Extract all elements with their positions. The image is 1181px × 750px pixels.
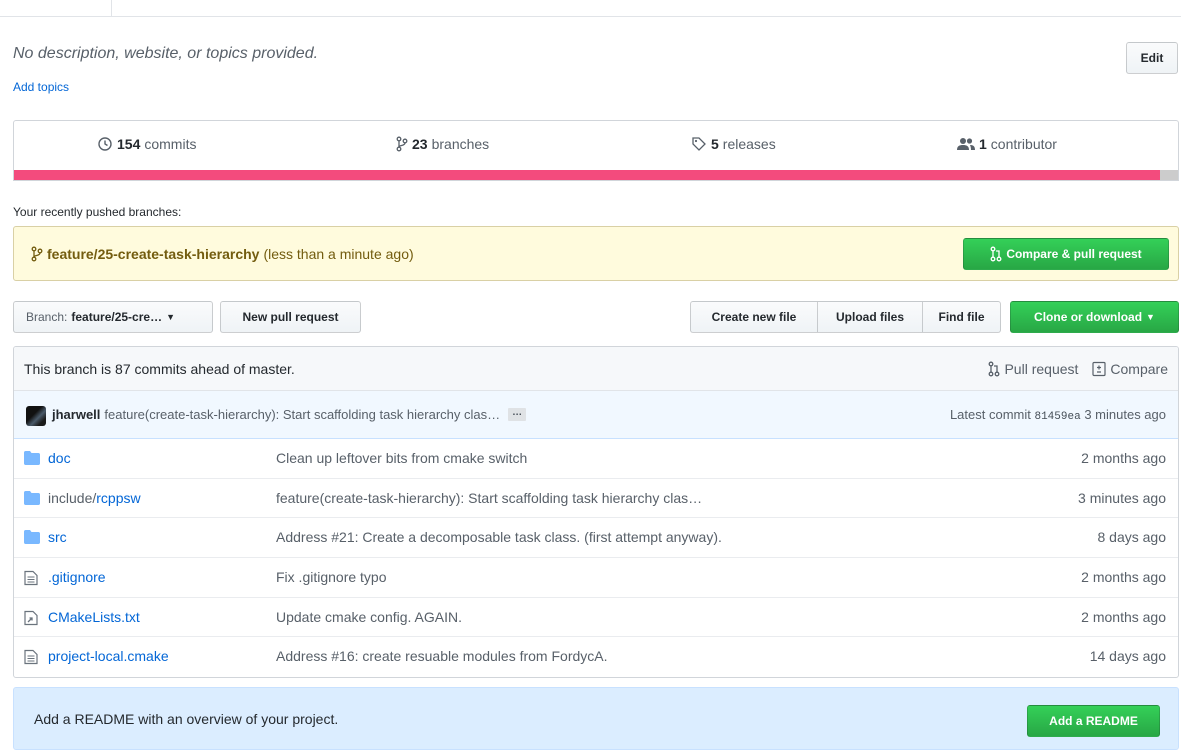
recent-branches-label: Your recently pushed branches: bbox=[13, 205, 182, 219]
caret-down-icon: ▼ bbox=[166, 312, 175, 322]
file-commit-message[interactable]: Address #21: Create a decomposable task … bbox=[276, 529, 722, 545]
branch-name: feature/25-cre… bbox=[71, 310, 163, 324]
compare-pull-request-label: Compare & pull request bbox=[1006, 247, 1142, 261]
file-commit-message[interactable]: Clean up leftover bits from cmake switch bbox=[276, 450, 527, 466]
add-readme-button[interactable]: Add a README bbox=[1027, 705, 1160, 737]
pull-request-icon bbox=[988, 361, 1000, 377]
file-commit-message[interactable]: Fix .gitignore typo bbox=[276, 569, 387, 585]
diff-icon bbox=[1092, 361, 1107, 377]
upload-files-button[interactable]: Upload files bbox=[817, 301, 923, 333]
commits-label: commits bbox=[144, 136, 197, 152]
branch-select-button[interactable]: Branch: feature/25-cre… ▼ bbox=[13, 301, 213, 333]
ahead-status-text: This branch is 87 commits ahead of maste… bbox=[24, 361, 295, 377]
commit-time: 3 minutes ago bbox=[1084, 407, 1166, 422]
recent-branch-banner: feature/25-create-task-hierarchy (less t… bbox=[13, 226, 1179, 281]
expand-commit-button[interactable]: … bbox=[508, 408, 527, 421]
language-bar-other bbox=[1160, 170, 1178, 180]
table-row: .gitignore Fix .gitignore typo 2 months … bbox=[14, 558, 1178, 598]
branch-icon bbox=[396, 136, 408, 152]
contributors-link[interactable]: 1 contributor bbox=[957, 136, 1057, 152]
pull-request-link[interactable]: Pull request bbox=[988, 361, 1078, 377]
file-age: 8 days ago bbox=[1097, 529, 1167, 546]
table-row: include/rcppsw feature(create-task-hiera… bbox=[14, 479, 1178, 519]
table-row: project-local.cmake Address #16: create … bbox=[14, 637, 1178, 677]
releases-label: releases bbox=[722, 136, 776, 152]
pull-request-label: Pull request bbox=[1004, 361, 1079, 377]
folder-icon bbox=[24, 490, 42, 507]
clone-download-label: Clone or download bbox=[1034, 310, 1143, 324]
file-link[interactable]: CMakeLists.txt bbox=[48, 609, 140, 625]
symlink-file-icon bbox=[24, 610, 42, 626]
repo-description: No description, website, or topics provi… bbox=[13, 45, 319, 62]
latest-commit-label: Latest commit bbox=[949, 407, 1031, 422]
file-link[interactable]: .gitignore bbox=[48, 569, 106, 585]
file-age: 2 months ago bbox=[1081, 569, 1166, 586]
file-link[interactable]: project-local.cmake bbox=[48, 648, 169, 664]
file-icon bbox=[24, 570, 42, 586]
file-commit-message[interactable]: Address #16: create resuable modules fro… bbox=[276, 648, 608, 664]
repo-summary: 154 commits 23 branches 5 releases 1 con… bbox=[13, 120, 1179, 181]
tag-icon bbox=[691, 136, 707, 152]
create-new-file-button[interactable]: Create new file bbox=[690, 301, 818, 333]
commits-count: 154 bbox=[117, 136, 141, 152]
contributors-count: 1 bbox=[979, 136, 987, 152]
caret-down-icon: ▼ bbox=[1146, 312, 1155, 322]
readme-banner: Add a README with an overview of your pr… bbox=[13, 687, 1179, 750]
file-age: 14 days ago bbox=[1089, 648, 1166, 665]
commit-message[interactable]: feature(create-task-hierarchy): Start sc… bbox=[104, 407, 500, 422]
file-browser: This branch is 87 commits ahead of maste… bbox=[13, 346, 1179, 678]
readme-prompt-text: Add a README with an overview of your pr… bbox=[34, 711, 339, 727]
table-row: CMakeLists.txt Update cmake config. AGAI… bbox=[14, 598, 1178, 638]
edit-button[interactable]: Edit bbox=[1126, 42, 1178, 74]
add-topics-link[interactable]: Add topics bbox=[13, 80, 69, 94]
folder-icon bbox=[24, 451, 42, 467]
file-link[interactable]: doc bbox=[48, 450, 71, 466]
history-icon bbox=[97, 136, 113, 152]
contributors-label: contributor bbox=[990, 136, 1057, 152]
file-commit-message[interactable]: feature(create-task-hierarchy): Start sc… bbox=[276, 490, 702, 506]
clone-download-button[interactable]: Clone or download ▼ bbox=[1010, 301, 1179, 333]
branches-count: 23 bbox=[412, 136, 428, 152]
table-row: src Address #21: Create a decomposable t… bbox=[14, 518, 1178, 559]
recent-branch-time: (less than a minute ago) bbox=[263, 246, 414, 262]
latest-commit-info: Latest commit 81459ea 3 minutes ago bbox=[950, 407, 1166, 423]
branches-label: branches bbox=[431, 136, 490, 152]
new-pull-request-button[interactable]: New pull request bbox=[220, 301, 361, 333]
branches-link[interactable]: 23 branches bbox=[396, 136, 489, 152]
file-age: 2 months ago bbox=[1081, 608, 1166, 625]
folder-icon bbox=[24, 530, 42, 546]
file-link[interactable]: src bbox=[48, 529, 67, 545]
compare-link[interactable]: Compare bbox=[1092, 361, 1168, 377]
file-actions-group: Create new file Upload files Find file bbox=[690, 301, 1001, 333]
file-link[interactable]: rcppsw bbox=[96, 490, 140, 506]
file-age: 3 minutes ago bbox=[1078, 489, 1166, 506]
top-tab-stub bbox=[0, 0, 112, 17]
people-icon bbox=[957, 137, 975, 151]
compare-pull-request-button[interactable]: Compare & pull request bbox=[963, 238, 1169, 270]
releases-link[interactable]: 5 releases bbox=[691, 136, 776, 152]
latest-commit-bar: jharwell feature(create-task-hierarchy):… bbox=[14, 391, 1178, 439]
branch-prefix: Branch: bbox=[26, 310, 68, 324]
commits-link[interactable]: 154 commits bbox=[97, 136, 196, 152]
compare-label: Compare bbox=[1110, 361, 1168, 377]
branch-status-bar: This branch is 87 commits ahead of maste… bbox=[14, 347, 1178, 391]
top-divider bbox=[112, 16, 1181, 17]
table-row: doc Clean up leftover bits from cmake sw… bbox=[14, 439, 1178, 479]
file-age: 2 months ago bbox=[1081, 450, 1166, 466]
file-icon bbox=[24, 649, 42, 665]
file-prefix: include/ bbox=[48, 489, 97, 506]
commit-author[interactable]: jharwell bbox=[52, 407, 100, 422]
find-file-button[interactable]: Find file bbox=[922, 301, 1001, 333]
releases-count: 5 bbox=[711, 136, 719, 152]
commit-sha-link[interactable]: 81459ea bbox=[1034, 411, 1080, 423]
avatar[interactable] bbox=[26, 406, 46, 426]
file-commit-message[interactable]: Update cmake config. AGAIN. bbox=[276, 609, 462, 625]
language-bar[interactable] bbox=[14, 170, 1178, 180]
recent-branch-name[interactable]: feature/25-create-task-hierarchy bbox=[47, 246, 259, 262]
pull-request-icon bbox=[990, 246, 1002, 262]
branch-icon bbox=[31, 246, 43, 262]
